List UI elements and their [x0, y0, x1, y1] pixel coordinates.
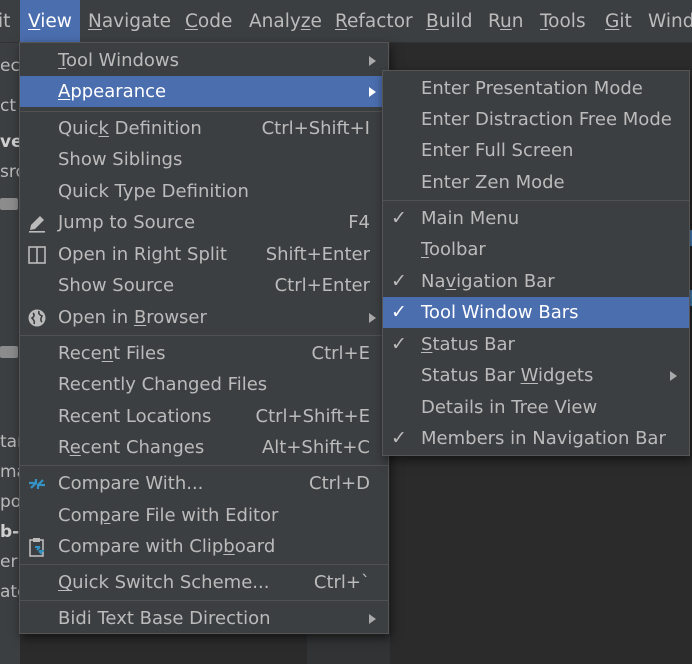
menu-build[interactable]: Build: [426, 0, 472, 42]
project-panel-text: ma: [0, 462, 20, 482]
menu-item-compare-file-with-editor[interactable]: Compare File with Editor: [20, 500, 388, 531]
clipboard-compare-icon: [29, 538, 44, 557]
checkmark-icon: ✓: [391, 301, 407, 323]
appearance-submenu: Enter Presentation Mode Enter Distractio…: [382, 70, 690, 456]
menu-git[interactable]: Git: [605, 0, 632, 42]
split-view-icon: [28, 246, 46, 264]
menu-item-quick-definition[interactable]: Quick Definition Ctrl+Shift+I: [20, 113, 388, 144]
menu-item-tool-window-bars[interactable]: ✓ Tool Window Bars: [383, 297, 689, 328]
menu-separator: [20, 335, 388, 336]
menu-item-enter-presentation-mode[interactable]: Enter Presentation Mode: [383, 73, 689, 104]
menu-run[interactable]: Run: [488, 0, 524, 42]
menu-item-quick-switch-scheme[interactable]: Quick Switch Scheme... Ctrl+`: [20, 567, 388, 598]
submenu-arrow-icon: [369, 313, 376, 323]
menu-item-jump-to-source[interactable]: Jump to Source F4: [20, 207, 388, 238]
submenu-arrow-icon: [670, 371, 677, 381]
menu-separator: [20, 111, 388, 112]
menu-item-quick-type-definition[interactable]: Quick Type Definition: [20, 176, 388, 207]
main-menu-bar: it View Navigate Code Analyze Refactor B…: [0, 0, 692, 43]
menu-separator: [383, 200, 689, 201]
checkmark-icon: ✓: [391, 333, 407, 355]
compare-icon: [29, 479, 45, 489]
menu-item-compare-with[interactable]: Compare With... Ctrl+D: [20, 468, 388, 499]
submenu-arrow-icon: [369, 87, 376, 97]
menu-item-status-bar-widgets[interactable]: Status Bar Widgets: [383, 360, 689, 391]
menu-item-recent-files[interactable]: Recent Files Ctrl+E: [20, 338, 388, 369]
menu-item-recent-changes[interactable]: Recent Changes Alt+Shift+C: [20, 432, 388, 463]
menu-item-bidi-text-base-direction[interactable]: Bidi Text Base Direction: [20, 603, 388, 634]
menu-item-open-in-browser[interactable]: Open in Browser: [20, 302, 388, 333]
project-panel-text: sro: [0, 162, 20, 182]
submenu-arrow-icon: [369, 614, 376, 624]
menu-item-show-siblings[interactable]: Show Siblings: [20, 144, 388, 175]
menu-item-recent-locations[interactable]: Recent Locations Ctrl+Shift+E: [20, 401, 388, 432]
menu-item-toolbar[interactable]: Toolbar: [383, 234, 689, 265]
menu-edit[interactable]: it: [0, 0, 10, 42]
menu-item-main-menu[interactable]: ✓ Main Menu: [383, 203, 689, 234]
menu-item-members-in-navigation-bar[interactable]: ✓ Members in Navigation Bar: [383, 423, 689, 454]
folder-icon: [0, 346, 18, 358]
submenu-arrow-icon: [369, 56, 376, 66]
folder-icon: [0, 198, 18, 210]
menu-item-open-in-right-split[interactable]: Open in Right Split Shift+Enter: [20, 239, 388, 270]
menu-code[interactable]: Code: [185, 0, 232, 42]
menu-tools[interactable]: Tools: [540, 0, 586, 42]
menu-refactor[interactable]: Refactor: [335, 0, 413, 42]
project-panel-text: ato: [0, 582, 20, 602]
menu-separator: [20, 564, 388, 565]
menu-item-details-in-tree-view[interactable]: Details in Tree View: [383, 392, 689, 423]
menu-navigate[interactable]: Navigate: [88, 0, 171, 42]
pencil-icon: [29, 216, 45, 233]
project-panel-text: er: [0, 552, 18, 572]
menu-separator: [20, 465, 388, 466]
menu-window[interactable]: Wind: [648, 0, 692, 42]
project-panel-text: ve: [0, 132, 20, 152]
menu-item-enter-full-screen[interactable]: Enter Full Screen: [383, 135, 689, 166]
menu-item-recently-changed-files[interactable]: Recently Changed Files: [20, 369, 388, 400]
view-menu: Tool Windows Appearance Quick Definition…: [19, 42, 389, 634]
menu-item-enter-distraction-free-mode[interactable]: Enter Distraction Free Mode: [383, 104, 689, 135]
menu-item-navigation-bar[interactable]: ✓ Navigation Bar: [383, 266, 689, 297]
project-panel-text: po: [0, 492, 20, 512]
menu-view[interactable]: View: [20, 0, 80, 42]
project-panel-text: tar: [0, 432, 20, 452]
checkmark-icon: ✓: [391, 270, 407, 292]
project-panel-text: ct: [0, 96, 17, 116]
checkmark-icon: ✓: [391, 207, 407, 229]
menu-analyze[interactable]: Analyze: [249, 0, 322, 42]
menu-item-tool-windows[interactable]: Tool Windows: [20, 45, 388, 76]
menu-item-enter-zen-mode[interactable]: Enter Zen Mode: [383, 167, 689, 198]
menu-separator: [20, 600, 388, 601]
project-panel-text: ect: [0, 56, 20, 76]
menu-item-compare-with-clipboard[interactable]: Compare with Clipboard: [20, 531, 388, 562]
project-panel-text: b-c: [0, 522, 20, 542]
menu-item-show-source[interactable]: Show Source Ctrl+Enter: [20, 270, 388, 301]
menu-item-status-bar[interactable]: ✓ Status Bar: [383, 329, 689, 360]
checkmark-icon: ✓: [391, 427, 407, 449]
menu-item-appearance[interactable]: Appearance: [20, 76, 388, 107]
globe-icon: [28, 309, 46, 327]
